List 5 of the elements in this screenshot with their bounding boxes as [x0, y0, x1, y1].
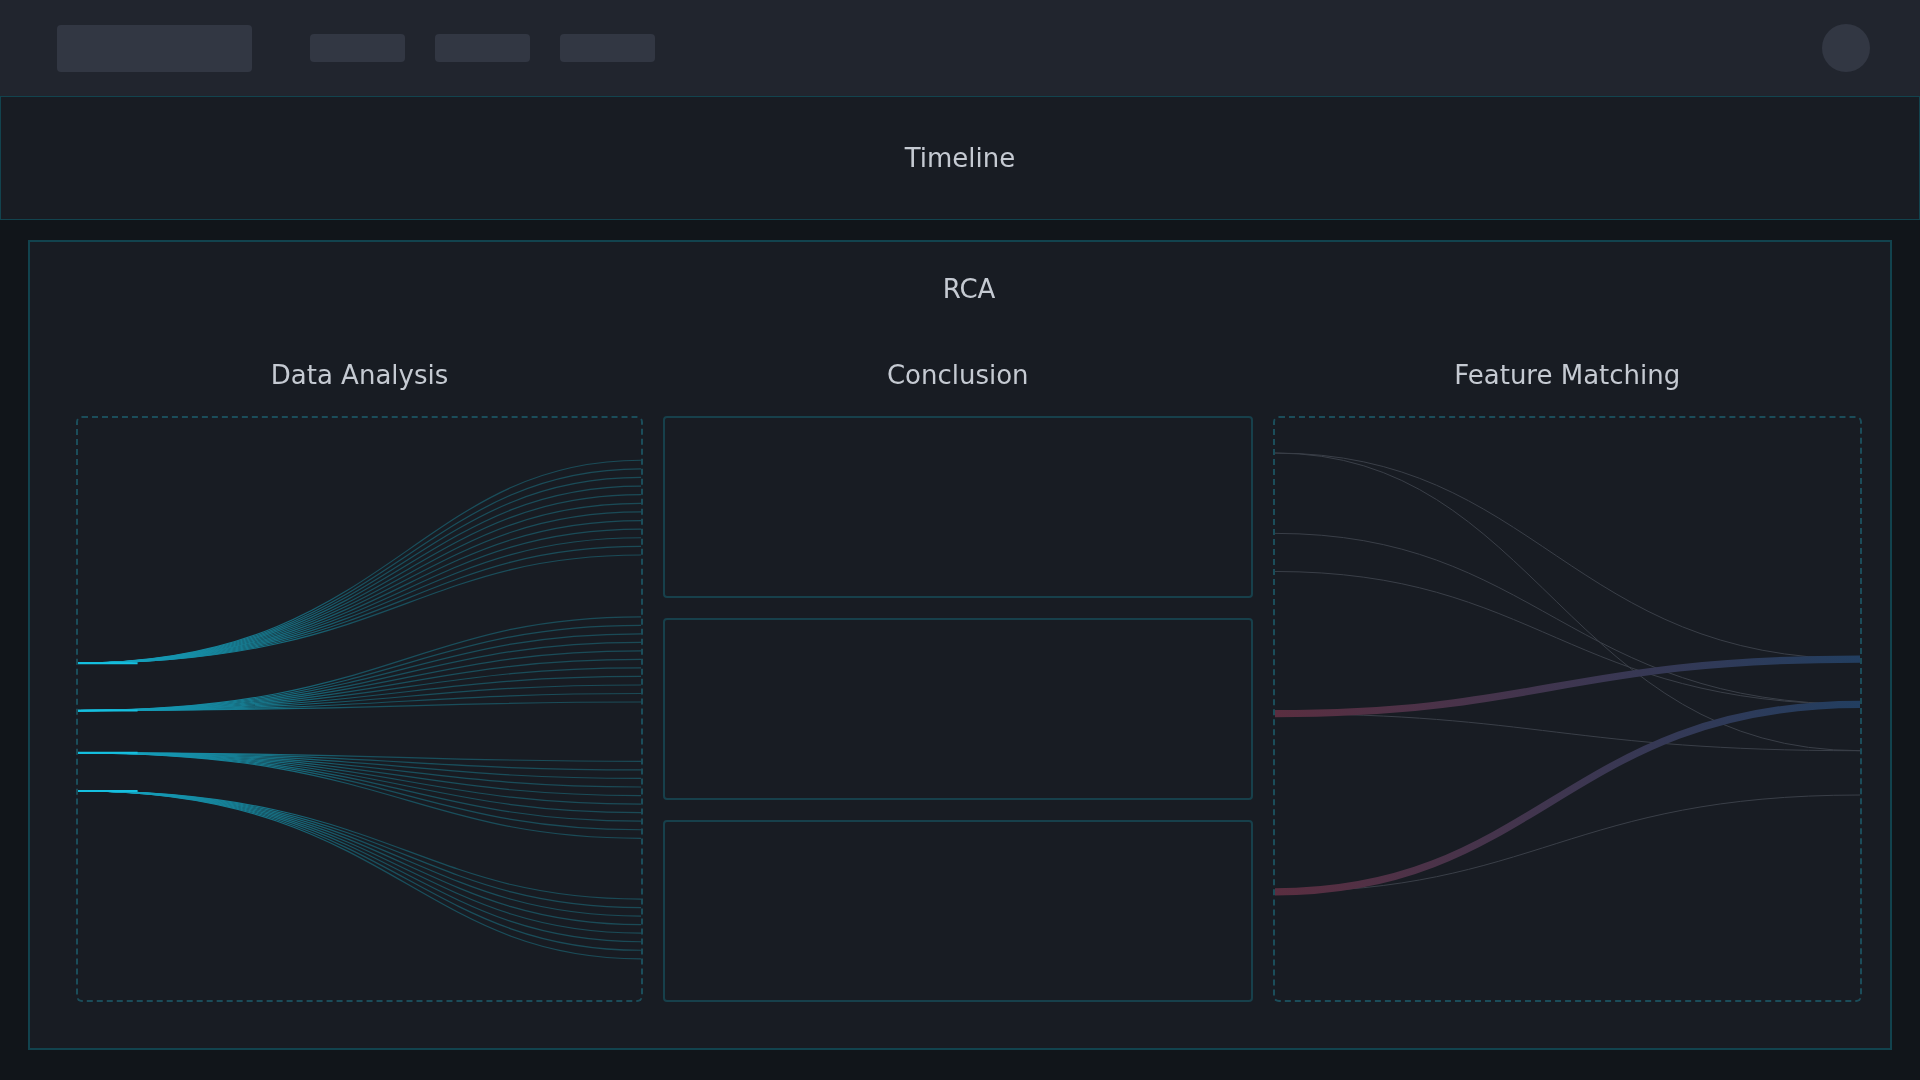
column-title: Data Analysis [269, 359, 450, 392]
rca-title: RCA [941, 273, 997, 306]
column-title: Feature Matching [1453, 359, 1682, 392]
column-title: Conclusion [885, 359, 1030, 392]
timeline-title: Timeline [904, 143, 1016, 173]
